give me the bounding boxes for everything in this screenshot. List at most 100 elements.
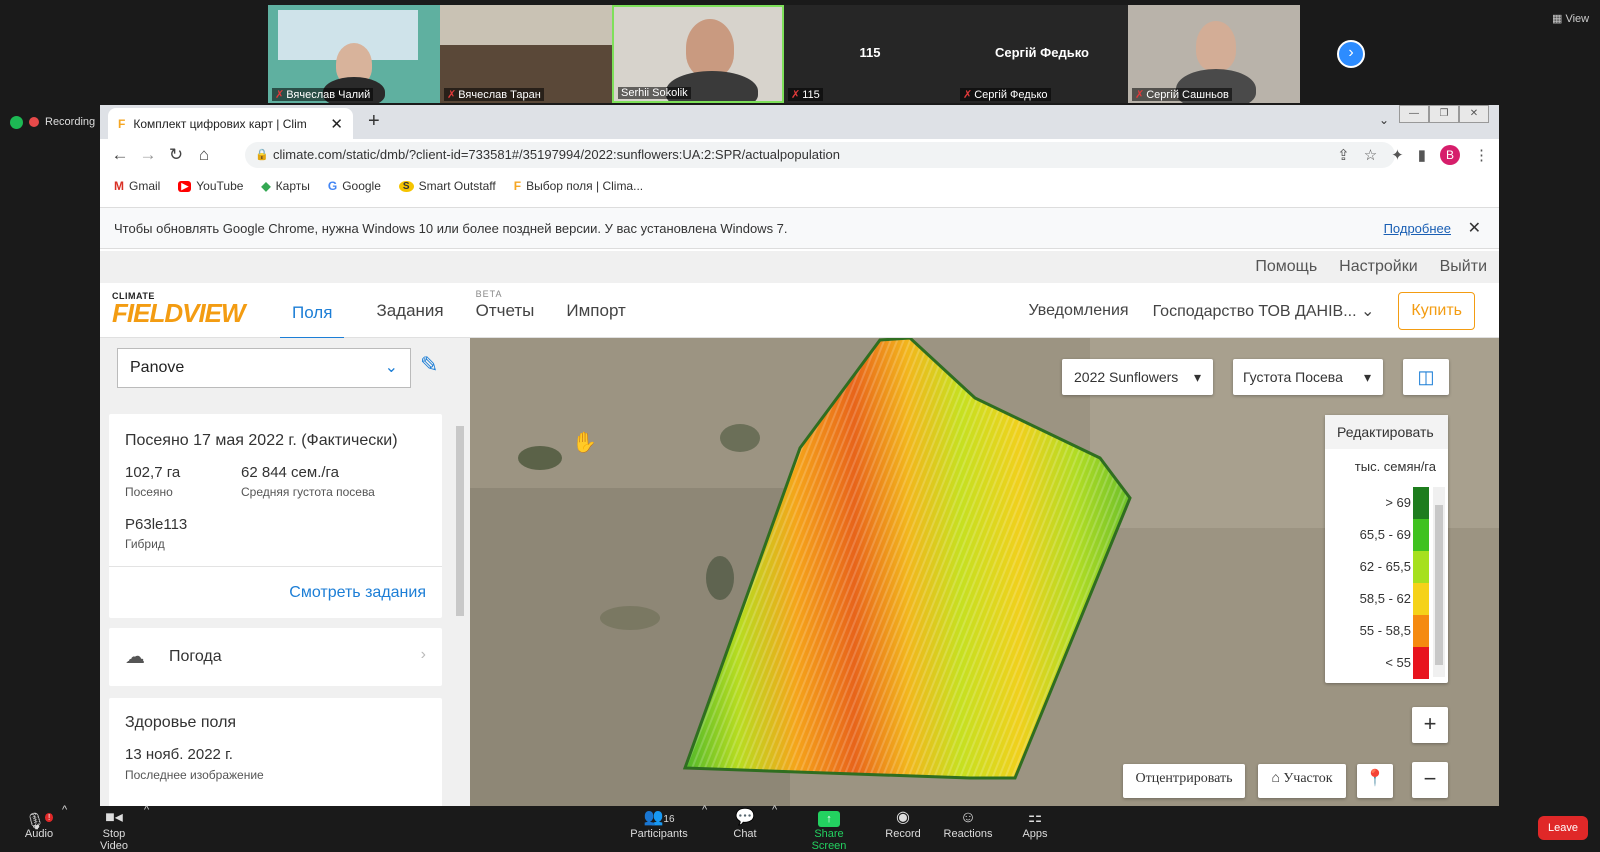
side-panel-icon[interactable]: ▮: [1418, 146, 1426, 164]
legend-item: 58,5 - 62: [1325, 583, 1429, 615]
nav-reports[interactable]: BETA Отчеты: [476, 289, 535, 321]
view-tasks-link[interactable]: Смотреть задания: [289, 584, 426, 602]
buy-button[interactable]: Купить: [1398, 291, 1475, 330]
legend-item: 55 - 58,5: [1325, 615, 1429, 647]
zoom-in-button[interactable]: +: [1412, 707, 1448, 743]
field-select[interactable]: Panove ⌄: [117, 348, 411, 388]
smiley-icon: ☺: [959, 809, 977, 826]
url-input[interactable]: 🔒 climate.com/static/dmb/?client-id=7335…: [245, 142, 1395, 168]
mic-muted-icon: ✗: [1135, 89, 1145, 101]
beta-badge: BETA: [475, 288, 503, 299]
legend-label: 58,5 - 62: [1359, 591, 1411, 606]
legend-item: 62 - 65,5: [1325, 551, 1429, 583]
participants-icon: 👥16: [643, 809, 675, 826]
profile-avatar[interactable]: B: [1440, 145, 1460, 165]
bookmarks-bar: M Gmail ▶ YouTube ◆ Карты G Google S Smart Ou…: [100, 171, 1499, 201]
legend-item: < 55: [1325, 647, 1429, 679]
edit-field-icon[interactable]: ✎: [420, 352, 438, 378]
bookmark-gmail[interactable]: M Gmail: [114, 179, 160, 193]
video-tile[interactable]: ✗ Вячеслав Чалий: [268, 5, 440, 103]
nav-tasks[interactable]: Задания: [376, 301, 443, 321]
apps-button[interactable]: ⚏ Apps: [1020, 808, 1050, 840]
learn-more-link[interactable]: Подробнее: [1384, 208, 1451, 250]
participant-avatar: [1196, 21, 1236, 71]
chat-options-chevron-icon[interactable]: ^: [772, 804, 777, 816]
chat-button[interactable]: 💬 Chat: [728, 808, 762, 840]
participants-button[interactable]: 👥16 Participants: [630, 808, 688, 840]
participants-options-chevron-icon[interactable]: ^: [702, 804, 707, 816]
bookmark-maps[interactable]: ◆ Карты: [261, 179, 309, 193]
home-icon[interactable]: ⌂: [190, 145, 218, 165]
share-icon[interactable]: ⇪: [1337, 146, 1350, 164]
new-tab-button[interactable]: +: [368, 110, 380, 133]
video-tile[interactable]: ✗ Сергій Сашньов: [1128, 5, 1300, 103]
audio-options-chevron-icon[interactable]: ^: [62, 804, 67, 816]
fieldview-favicon-icon: F: [513, 179, 522, 193]
season-select[interactable]: 2022 Sunflowers ▾: [1062, 359, 1213, 395]
bookmark-youtube[interactable]: ▶ YouTube: [178, 179, 243, 193]
next-page-button[interactable]: ›: [1337, 40, 1365, 68]
close-window-icon[interactable]: ✕: [1459, 105, 1489, 123]
video-tile[interactable]: ✗ Вячеслав Таран: [440, 5, 612, 103]
video-camera-icon: ■◂: [105, 809, 123, 826]
farm-selector[interactable]: Господарство ТОВ ДАНІВ... ⌄: [1153, 301, 1375, 321]
settings-link[interactable]: Настройки: [1339, 258, 1417, 276]
recording-indicator[interactable]: Recording: [0, 110, 103, 134]
mic-muted-icon: ✗: [447, 89, 457, 101]
back-icon[interactable]: ←: [106, 145, 134, 165]
share-screen-button[interactable]: ↑ Share Screen: [798, 808, 860, 852]
extensions-icon[interactable]: ✦: [1391, 146, 1404, 164]
bookmark-google[interactable]: G Google: [328, 179, 381, 193]
recenter-button[interactable]: Отцентрировать: [1123, 764, 1245, 798]
reactions-button[interactable]: ☺ Reactions: [943, 808, 993, 840]
video-tile[interactable]: Сергій Федько ✗ Сергій Федько: [956, 5, 1128, 103]
pin-icon[interactable]: 📍: [1357, 764, 1393, 798]
legend-label: 62 - 65,5: [1359, 559, 1411, 574]
field-map[interactable]: ✋ 2022 Sunflowers ▾ Густота Посева ▾ ◫ Р…: [470, 338, 1499, 806]
help-link[interactable]: Помощь: [1255, 258, 1317, 276]
edit-legend-button[interactable]: Редактировать: [1325, 415, 1448, 449]
sidebar-scrollbar[interactable]: [454, 416, 466, 806]
menu-icon[interactable]: ⋮: [1474, 146, 1489, 164]
bookmark-field-select[interactable]: F Выбор поля | Clima...: [514, 179, 643, 193]
field-health-card[interactable]: Здоровье поля 13 нояб. 2022 г. Последнее…: [109, 698, 442, 806]
logout-link[interactable]: Выйти: [1440, 258, 1487, 276]
legend-scrollbar[interactable]: [1433, 487, 1445, 677]
stop-video-button[interactable]: ■◂ Stop Video: [88, 808, 140, 852]
reload-icon[interactable]: ↻: [162, 145, 190, 165]
audio-button[interactable]: 🎙! Audio: [22, 808, 56, 840]
nav-import[interactable]: Импорт: [566, 301, 625, 321]
legend-swatch: [1413, 519, 1429, 551]
bookmark-smart-outstaff[interactable]: S Smart Outstaff: [398, 179, 496, 193]
nav-fields[interactable]: Поля: [280, 285, 345, 340]
security-shield-icon: [10, 115, 23, 129]
legend-item: 65,5 - 69: [1325, 519, 1429, 551]
field-sidebar: Panove ⌄ ✎ Посеяно 17 мая 2022 г. (Факти…: [100, 338, 470, 806]
mic-muted-icon: ✗: [791, 89, 801, 101]
close-tab-icon[interactable]: ✕: [330, 115, 343, 133]
forward-icon[interactable]: →: [134, 145, 162, 165]
gmail-icon: M: [114, 179, 124, 193]
browser-tab[interactable]: F Комплект цифрових карт | Clim ✕: [108, 108, 353, 139]
chevron-down-icon: ⌄: [384, 359, 398, 376]
plot-button[interactable]: ⌂ Участок: [1258, 764, 1346, 798]
legend-swatch: [1413, 551, 1429, 583]
star-icon[interactable]: ☆: [1364, 146, 1377, 164]
split-view-icon[interactable]: ◫: [1403, 359, 1449, 395]
notifications-link[interactable]: Уведомления: [1029, 302, 1129, 320]
view-button[interactable]: ▦ View: [1552, 12, 1589, 25]
video-options-chevron-icon[interactable]: ^: [144, 804, 149, 816]
video-tile-active-speaker[interactable]: Serhii Sokolik: [612, 5, 784, 103]
leave-button[interactable]: Leave: [1538, 816, 1588, 840]
close-infobar-icon[interactable]: ✕: [1468, 208, 1481, 250]
zoom-out-button[interactable]: −: [1412, 762, 1448, 798]
layer-select[interactable]: Густота Посева ▾: [1233, 359, 1383, 395]
fieldview-logo[interactable]: CLIMATE FIELDVIEW: [112, 291, 246, 326]
minimize-icon[interactable]: —: [1399, 105, 1429, 123]
weather-card[interactable]: ☁ Погода ›: [109, 628, 442, 686]
video-tile[interactable]: 115 ✗ 115: [784, 5, 956, 103]
tab-search-icon[interactable]: ⌄: [1379, 113, 1389, 127]
maximize-icon[interactable]: ❐: [1429, 105, 1459, 123]
record-button[interactable]: ◉ Record: [883, 808, 923, 840]
legend-swatch: [1413, 487, 1429, 519]
